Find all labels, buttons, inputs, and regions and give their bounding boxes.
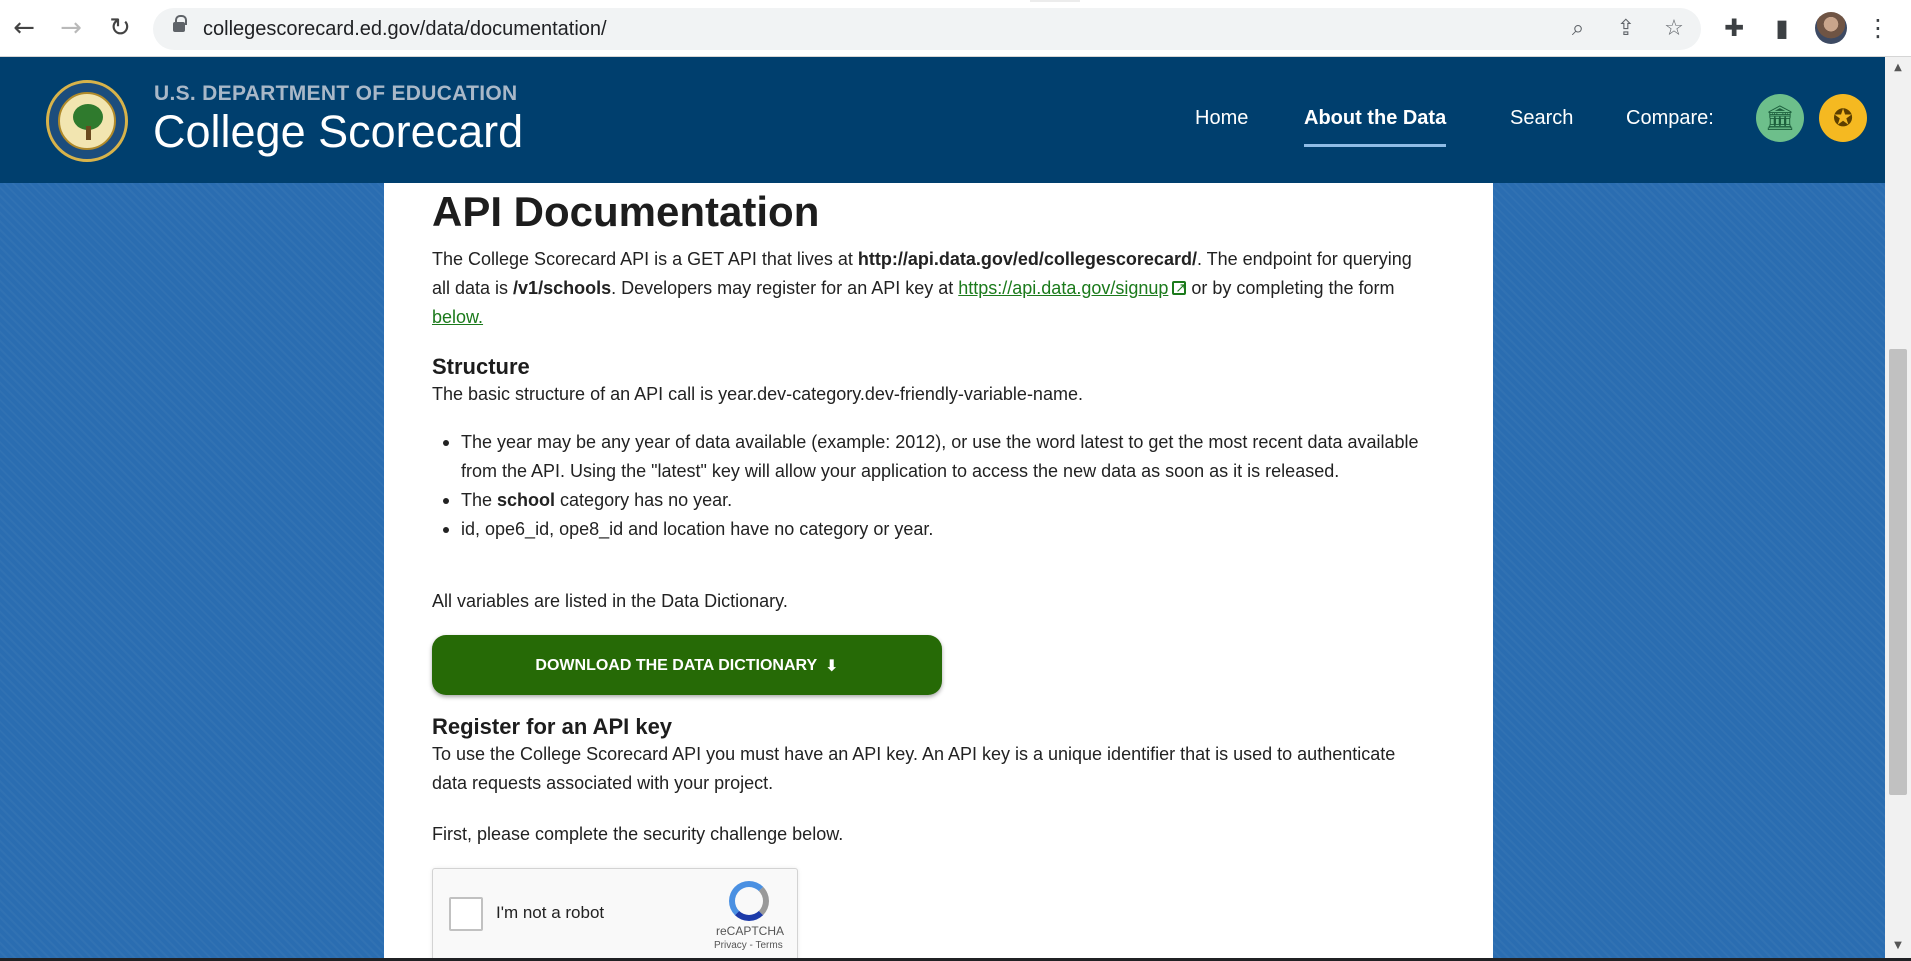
list-item: The school category has no year. xyxy=(432,486,1432,515)
recaptcha-widget: I'm not a robot reCAPTCHA Privacy - Term… xyxy=(432,868,798,961)
nav-home[interactable]: Home xyxy=(1195,107,1248,130)
page-scrollbar[interactable]: ▲ ▼ xyxy=(1885,57,1911,961)
nav-search[interactable]: Search xyxy=(1510,107,1573,130)
department-seal-logo[interactable] xyxy=(46,80,128,162)
intro-text-4: or by completing the form xyxy=(1186,278,1395,298)
recaptcha-logo-icon xyxy=(729,881,769,921)
structure-text: The basic structure of an API call is ye… xyxy=(432,384,1083,404)
forward-icon[interactable]: → xyxy=(53,10,89,46)
security-challenge-text: First, please complete the security chal… xyxy=(432,824,844,844)
nav-about-the-data[interactable]: About the Data xyxy=(1304,107,1447,147)
endpoint-path: /v1/schools xyxy=(513,278,612,298)
bookmark-star-icon[interactable]: ☆ xyxy=(1661,16,1687,42)
school-category: school xyxy=(497,490,556,510)
recaptcha-checkbox[interactable] xyxy=(449,897,483,931)
register-text: To use the College Scorecard API you mus… xyxy=(432,744,1396,793)
department-name: U.S. DEPARTMENT OF EDUCATION xyxy=(154,82,518,105)
structure-heading: Structure xyxy=(432,354,530,379)
intro-text-3: . Developers may register for an API key… xyxy=(611,278,959,298)
compare-fields-button[interactable]: ✪ xyxy=(1819,94,1867,142)
reload-icon[interactable]: ↻ xyxy=(102,10,138,46)
bullet2-pre: The xyxy=(461,490,498,510)
recaptcha-brand: reCAPTCHA xyxy=(716,924,785,938)
scroll-down-icon[interactable]: ▼ xyxy=(1885,937,1911,955)
external-link-icon xyxy=(1172,274,1187,303)
lock-icon[interactable] xyxy=(173,15,187,35)
page-title: API Documentation xyxy=(432,188,820,235)
tab-strip-edge xyxy=(1030,0,1080,2)
side-panel-icon[interactable]: ▮ xyxy=(1766,12,1798,44)
profile-avatar[interactable] xyxy=(1815,12,1847,44)
intro-text-1: The College Scorecard API is a GET API t… xyxy=(432,249,858,269)
award-ribbon-icon: ✪ xyxy=(1832,104,1854,132)
scroll-up-icon[interactable]: ▲ xyxy=(1885,59,1911,77)
list-item: id, ope6_id, ope8_id and location have n… xyxy=(432,515,1432,544)
bullet2-post: category has no year. xyxy=(555,490,733,510)
browser-toolbar: ← → ↻ collegescorecard.ed.gov/data/docum… xyxy=(0,0,1911,57)
zoom-icon[interactable]: ⌕ xyxy=(1565,16,1591,42)
recaptcha-privacy-terms[interactable]: Privacy - Terms xyxy=(714,940,783,952)
site-title[interactable]: College Scorecard xyxy=(153,106,523,158)
structure-list: The year may be any year of data availab… xyxy=(432,428,1432,544)
register-heading: Register for an API key xyxy=(432,714,673,739)
below-link[interactable]: below. xyxy=(432,307,483,327)
recaptcha-label: I'm not a robot xyxy=(496,903,605,922)
signup-link[interactable]: https://api.data.gov/signup xyxy=(958,278,1168,298)
download-button-label: DOWNLOAD THE DATA DICTIONARY xyxy=(535,656,818,674)
list-item: The year may be any year of data availab… xyxy=(432,428,1432,486)
nav-compare-label: Compare: xyxy=(1626,107,1714,129)
seal-inner xyxy=(58,92,116,150)
compare-schools-button[interactable]: 🏛 xyxy=(1756,94,1804,142)
extensions-icon[interactable]: ✚ xyxy=(1718,12,1750,44)
address-url[interactable]: collegescorecard.ed.gov/data/documentati… xyxy=(203,18,607,41)
scrollbar-thumb[interactable] xyxy=(1889,349,1907,795)
download-data-dictionary-button[interactable]: DOWNLOAD THE DATA DICTIONARY ⬇ xyxy=(432,635,942,695)
download-icon: ⬇ xyxy=(825,655,839,675)
back-icon[interactable]: ← xyxy=(6,10,42,46)
seal-trunk xyxy=(86,126,91,140)
school-building-icon: 🏛 xyxy=(1764,104,1796,132)
address-bar[interactable]: collegescorecard.ed.gov/data/documentati… xyxy=(153,8,1701,50)
browser-menu-icon[interactable]: ⋮ xyxy=(1862,12,1894,44)
share-icon[interactable]: ⇪ xyxy=(1613,16,1639,42)
intro-paragraph: The College Scorecard API is a GET API t… xyxy=(432,245,1432,332)
api-base-url: http://api.data.gov/ed/collegescorecard/ xyxy=(857,249,1197,269)
all-variables-text: All variables are listed in the Data Dic… xyxy=(432,591,788,611)
